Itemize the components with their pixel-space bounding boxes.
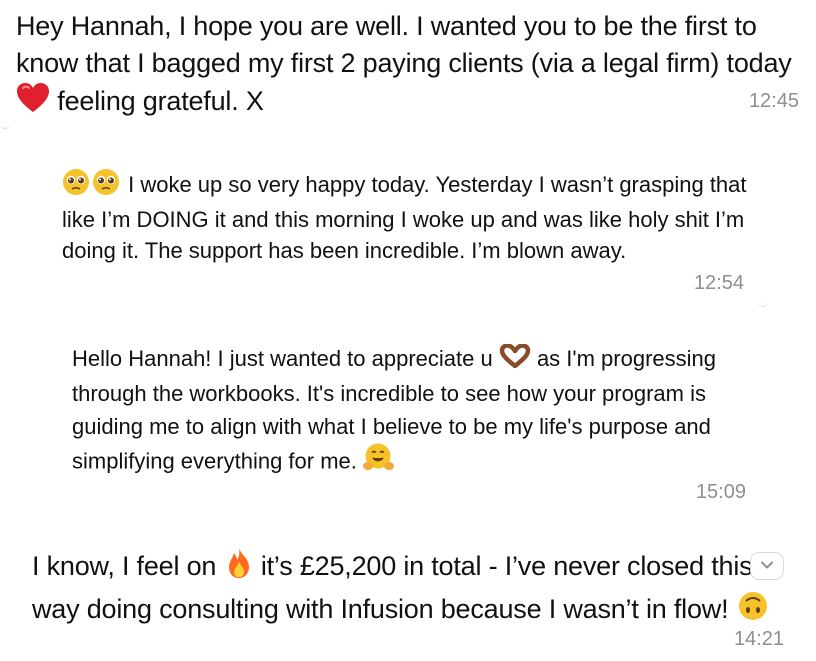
message-text-part: I woke up so very happy today. Yesterday… xyxy=(62,171,747,263)
pleading-face-icon xyxy=(62,168,92,204)
message-text: Hey Hannah, I hope you are well. I wante… xyxy=(16,8,806,124)
message-text: I woke up so very happy today. Yesterday… xyxy=(62,168,752,266)
message-options-button[interactable] xyxy=(750,552,784,580)
message-bubble-2[interactable]: I woke up so very happy today. Yesterday… xyxy=(40,150,768,310)
timestamp: 12:54 xyxy=(693,272,744,294)
pleading-face-icon xyxy=(92,168,122,204)
message-text-part: feeling grateful. X xyxy=(50,86,264,117)
bubble-corner xyxy=(758,300,768,307)
fire-icon xyxy=(224,546,254,590)
hugging-face-icon xyxy=(363,443,395,482)
message-text: Hello Hannah! I just wanted to appreciat… xyxy=(72,342,762,482)
message-text-part: I know, I feel on xyxy=(32,551,224,582)
chevron-down-icon xyxy=(760,557,774,575)
message-bubble-1[interactable]: Hey Hannah, I hope you are well. I wante… xyxy=(0,0,816,130)
bubble-corner xyxy=(0,122,10,129)
heart-hands-icon xyxy=(499,342,531,377)
timestamp: 15:09 xyxy=(695,481,746,503)
timestamp: 14:21 xyxy=(733,628,784,650)
timestamp: 12:45 xyxy=(748,90,799,112)
message-text-part: Hello Hannah! I just wanted to appreciat… xyxy=(72,346,499,371)
red-heart-icon xyxy=(16,82,50,124)
message-bubble-4[interactable]: I know, I feel on it’s £25,200 in total … xyxy=(0,538,816,661)
message-bubble-3[interactable]: Hello Hannah! I just wanted to appreciat… xyxy=(50,330,770,510)
message-text-part: Hey Hannah, I hope you are well. I wante… xyxy=(16,11,792,78)
message-text: I know, I feel on it’s £25,200 in total … xyxy=(32,546,802,632)
upside-down-face-icon xyxy=(736,590,770,632)
